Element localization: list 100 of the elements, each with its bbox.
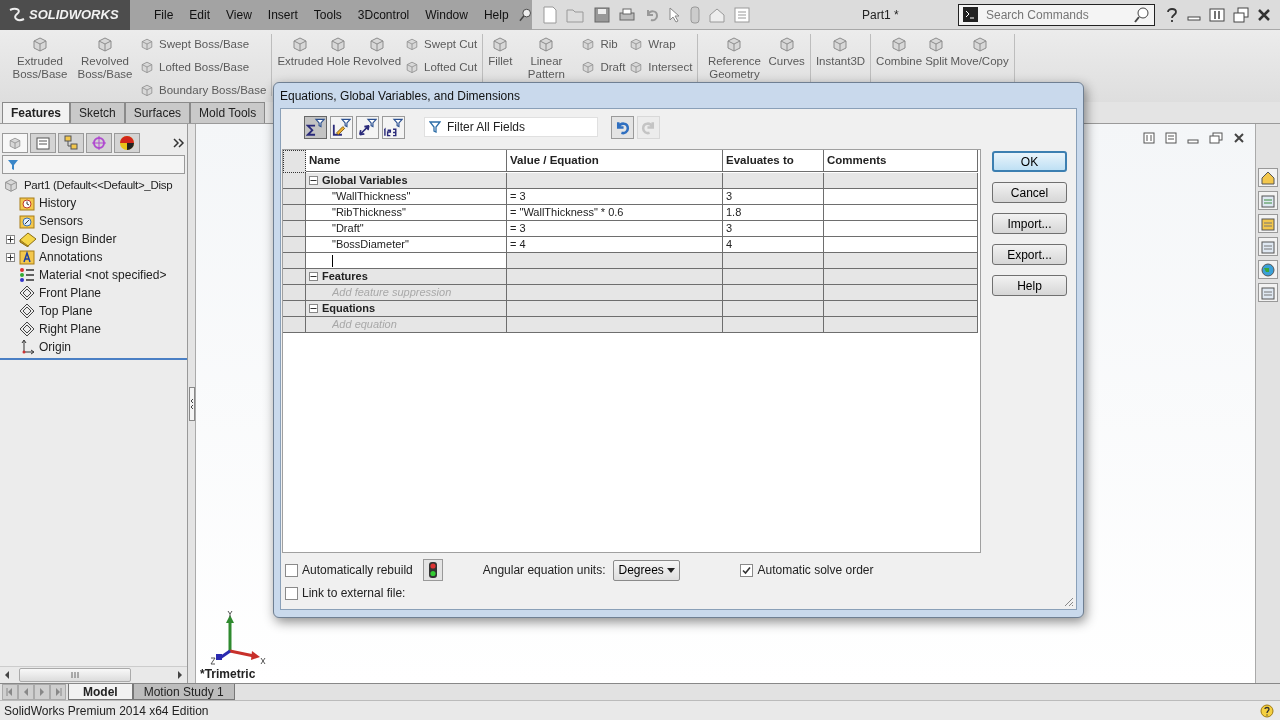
tool-label[interactable]: Wrap <box>648 38 676 50</box>
collapse-icon[interactable] <box>309 272 318 281</box>
view-button[interactable] <box>356 115 379 139</box>
property-tab[interactable] <box>30 133 56 153</box>
tool-label[interactable]: Split <box>925 55 948 68</box>
display-tab[interactable] <box>114 133 140 153</box>
tree-filter-field[interactable] <box>2 155 185 174</box>
search-input[interactable]: Search Commands <box>984 6 1128 23</box>
splitter-handle[interactable] <box>188 386 195 421</box>
column-header[interactable]: Value / Equation <box>507 150 723 172</box>
command-tab[interactable]: Sketch <box>70 102 125 123</box>
collapse-icon[interactable] <box>309 304 318 313</box>
expand-icon[interactable] <box>6 252 15 262</box>
tool-label[interactable]: Extruded Boss/Base <box>9 55 71 81</box>
units-dropdown[interactable]: Degrees <box>613 559 681 581</box>
scrollbar[interactable] <box>0 666 187 683</box>
tool-label[interactable]: Extruded <box>277 55 324 68</box>
close-icon[interactable] <box>1233 132 1245 144</box>
command-tab[interactable]: Mold Tools <box>190 102 266 123</box>
dialog-button[interactable]: Cancel <box>992 182 1067 203</box>
view-tab[interactable]: Model <box>68 684 133 700</box>
input-field[interactable] <box>306 253 507 269</box>
menu-item[interactable]: Window <box>419 5 474 24</box>
expand-icon[interactable] <box>6 234 15 244</box>
tool-label[interactable]: Swept Boss/Base <box>159 38 250 50</box>
menu-item[interactable]: Help <box>477 5 515 24</box>
tool-label[interactable]: Linear Pattern <box>515 55 578 81</box>
checkbox[interactable] <box>740 563 754 577</box>
dialog-button[interactable]: Help <box>992 275 1067 296</box>
tool-label[interactable]: Reference Geometry <box>703 55 766 81</box>
tool-label[interactable]: Revolved <box>353 55 402 68</box>
help-icon[interactable] <box>1165 6 1179 23</box>
column-header[interactable]: Evaluates to <box>723 150 824 172</box>
input-field[interactable]: Add equation <box>332 317 502 332</box>
tool-label[interactable]: Revolved Boss/Base <box>74 55 136 81</box>
tool-label[interactable]: Intersect <box>648 61 693 73</box>
tile-icon[interactable] <box>1209 6 1225 23</box>
filter-input[interactable]: Filter All Fields <box>447 120 587 134</box>
save-icon[interactable] <box>594 6 610 23</box>
dialog-button[interactable]: OK <box>992 151 1067 172</box>
dialog-button[interactable]: Import... <box>992 213 1067 234</box>
search-field[interactable]: Search Commands <box>958 3 1155 26</box>
tool-label[interactable]: Boundary Boss/Base <box>159 84 267 96</box>
cascade-icon[interactable] <box>1165 132 1177 144</box>
checkbox[interactable] <box>285 586 298 600</box>
tool-label[interactable]: Draft <box>600 61 626 73</box>
tree-item[interactable]: Material <not specified> <box>39 268 167 282</box>
collapse-icon[interactable] <box>309 176 318 185</box>
view-button[interactable] <box>330 115 353 139</box>
tool-label[interactable]: Hole <box>326 55 351 68</box>
checkbox-label[interactable]: Automatic solve order <box>757 563 874 577</box>
tool-label[interactable]: Swept Cut <box>424 38 478 50</box>
view-tab[interactable]: Motion Study 1 <box>132 684 235 700</box>
dialog-button[interactable]: Export... <box>992 244 1067 265</box>
printer-icon[interactable] <box>618 6 636 23</box>
tool-label[interactable]: Instant3D <box>815 55 866 68</box>
tool-label[interactable]: Lofted Cut <box>424 61 478 73</box>
tree-item[interactable]: Origin <box>39 340 71 354</box>
tool-label[interactable]: Rib <box>600 38 618 50</box>
command-tab[interactable]: Surfaces <box>124 102 191 123</box>
tree-item[interactable]: Annotations <box>39 250 103 264</box>
tree-item[interactable]: Front Plane <box>39 286 102 300</box>
help-icon[interactable] <box>1260 703 1274 718</box>
menu-item[interactable]: File <box>148 5 180 24</box>
view-button[interactable] <box>382 115 405 139</box>
tool-label[interactable]: Lofted Boss/Base <box>159 61 250 73</box>
tool-label[interactable]: Curves <box>768 55 805 68</box>
restore-icon[interactable] <box>1209 132 1223 144</box>
left-arrow-icon[interactable] <box>3 671 11 679</box>
tree-item[interactable]: Right Plane <box>39 322 102 336</box>
input-field[interactable]: Add equation <box>306 317 507 333</box>
tree-item[interactable]: Sensors <box>39 214 84 228</box>
row-selector[interactable] <box>283 150 306 173</box>
task-pane-tab[interactable] <box>1258 168 1278 187</box>
menu-item[interactable]: Tools <box>307 5 348 24</box>
tool-label[interactable]: Combine <box>876 55 923 68</box>
tile-icon[interactable] <box>1143 132 1155 144</box>
restore-icon[interactable] <box>1233 6 1249 23</box>
tree-item[interactable]: Top Plane <box>39 304 93 318</box>
task-pane-tab[interactable] <box>1258 260 1278 279</box>
menu-item[interactable]: Insert <box>261 5 304 24</box>
close-icon[interactable] <box>1257 7 1271 22</box>
input-field[interactable]: Add feature suppression <box>306 285 507 301</box>
tool-label[interactable]: Fillet <box>488 55 513 68</box>
view-button[interactable] <box>304 115 327 139</box>
tree-item[interactable]: Part1 (Default<<Default>_Disp <box>24 179 173 191</box>
configuration-tab[interactable] <box>58 133 84 153</box>
pointer-icon[interactable] <box>668 6 682 23</box>
resize-grip[interactable] <box>1062 595 1074 607</box>
filter-field[interactable]: Filter All Fields <box>424 117 598 137</box>
double-chevron-icon[interactable] <box>173 138 185 148</box>
tool-label[interactable]: Move/Copy <box>950 55 1009 68</box>
column-header[interactable]: Name <box>306 150 507 172</box>
menu-item[interactable]: View <box>220 5 258 24</box>
scroll-thumb[interactable] <box>19 668 131 682</box>
menu-item[interactable]: 3Dcontrol <box>351 5 416 24</box>
menu-item[interactable]: Edit <box>183 5 217 24</box>
right-arrow-icon[interactable] <box>176 671 184 679</box>
checkbox-label[interactable]: Link to external file: <box>302 586 406 600</box>
undo-button[interactable] <box>611 115 634 139</box>
